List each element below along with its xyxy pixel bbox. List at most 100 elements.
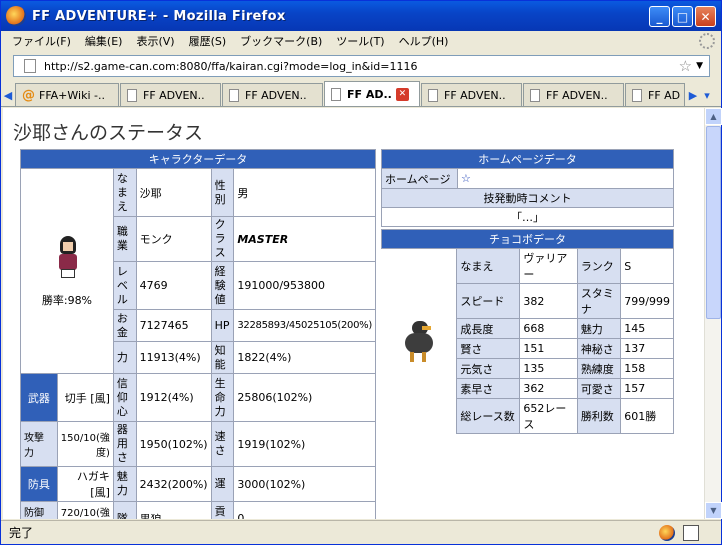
label-exp: 経験値 [210,261,235,310]
label-hp: HP [210,309,235,342]
label-charm: 魅力 [112,466,137,502]
tab-6[interactable]: FF ADVEN.. [523,83,624,106]
menu-bookmarks[interactable]: ブックマーク(B) [233,33,329,49]
menu-file[interactable]: ファイル(F) [5,33,78,49]
minimize-button[interactable]: _ [649,6,670,27]
scroll-thumb[interactable] [706,126,721,319]
choco-value-wisdom: 151 [519,338,578,359]
label-faith: 信仰心 [112,373,137,422]
value-job: モンク [135,216,212,262]
choco-value-rank: S [620,248,674,284]
choco-label-races: 総レース数 [456,398,521,434]
status-text: 完了 [9,526,34,540]
vertical-scrollbar[interactable]: ▲ ▼ [704,108,722,519]
menu-view[interactable]: 表示(V) [129,33,181,49]
value-hp: 32285893/45025105(200%) [233,309,376,342]
title-bar: FF ADVENTURE+ - Mozilla Firefox _ □ ✕ [1,1,721,31]
homepage-star-icon[interactable]: ☆ [457,168,674,189]
tab-scroll-right-icon[interactable]: ▶ [686,84,700,106]
status-bar: 完了 [1,520,721,544]
choco-label-skill: 熟練度 [576,358,622,379]
tab-7[interactable]: FF AD [625,83,685,106]
value-level: 4769 [135,261,212,310]
label-speed: 速さ [210,421,235,467]
choco-label-stamina: スタミナ [576,283,622,319]
page-icon [632,88,642,102]
choco-value-energy: 135 [519,358,578,379]
label-vitality: 生命力 [210,373,235,422]
choco-value-skill: 158 [620,358,674,379]
value-exp: 191000/953800 [233,261,376,310]
value-contribution: 0 [233,501,376,519]
value-class: MASTER [233,216,376,262]
url-dropdown-icon[interactable]: ▼ [696,61,703,71]
value-charm: 2432(200%) [135,466,212,502]
chocobo-table: チョコボデータ なまえ ヴァリアー ランク S スピード 382 スタミナ 79… [381,229,674,434]
tab-2[interactable]: FF ADVEN.. [120,83,221,106]
choco-value-cuteness: 157 [620,378,674,399]
value-luck: 3000(102%) [233,466,376,502]
value-gender: 男 [233,168,376,217]
choco-value-speed: 382 [519,283,578,319]
label-money: お金 [112,309,137,342]
page-content: 沙耶さんのステータス キャラクターデータ 勝率:98% なまえ 沙耶 性別 男 … [3,108,704,519]
browser-window: FF ADVENTURE+ - Mozilla Firefox _ □ ✕ ファ… [0,0,722,545]
label-gender: 性別 [210,168,235,217]
label-str: 力 [112,341,137,374]
menu-history[interactable]: 履歴(S) [182,33,234,49]
value-weapon: 切手 [風] [56,373,114,422]
window-title: FF ADVENTURE+ - Mozilla Firefox [32,8,286,24]
character-sprite-icon [52,234,82,280]
choco-value-charm: 145 [620,318,674,339]
label-name: なまえ [112,168,137,217]
value-armor: ハガキ[風] [56,466,114,502]
value-str: 11913(4%) [135,341,212,374]
url-text[interactable]: http://s2.game-can.com:8080/ffa/kairan.c… [44,60,679,73]
choco-value-races: 652レース [519,398,578,434]
win-rate: 勝率:98% [41,294,93,307]
value-int: 1822(4%) [233,341,376,374]
edit-icon[interactable] [683,525,699,541]
choco-label-charm: 魅力 [576,318,622,339]
menu-edit[interactable]: 編集(E) [78,33,130,49]
character-portrait-cell: 勝率:98% [20,168,114,374]
choco-label-speed: スピード [456,283,521,319]
label-luck: 運 [210,466,235,502]
bookmark-star-icon[interactable]: ☆ [679,57,692,75]
tab-5[interactable]: FF ADVEN.. [421,83,522,106]
value-defense: 720/10(強度) [56,501,114,519]
tab-list-icon[interactable]: ▾ [700,84,714,106]
throbber-icon [699,33,715,49]
choco-value-wins: 601勝 [620,398,674,434]
choco-value-agility: 362 [519,378,578,399]
tab-scroll-left-icon[interactable]: ◀ [1,84,15,106]
character-table: キャラクターデータ 勝率:98% なまえ 沙耶 性別 男 職業 モンク クラス … [20,149,376,519]
scroll-up-icon[interactable]: ▲ [705,108,722,125]
tab-close-icon[interactable]: ✕ [395,87,409,101]
value-vitality: 25806(102%) [233,373,376,422]
label-dex: 器用さ [112,421,137,467]
page-icon [127,88,137,102]
addon-firefox-icon[interactable] [659,525,675,541]
url-bar[interactable]: http://s2.game-can.com:8080/ffa/kairan.c… [13,55,710,77]
choco-value-stamina: 799/999 [620,283,674,319]
choco-label-agility: 素早さ [456,378,521,399]
choco-label-growth: 成長度 [456,318,521,339]
menu-tools[interactable]: ツール(T) [329,33,391,49]
label-weapon: 武器 [20,373,58,422]
page-title: 沙耶さんのステータス [13,122,204,144]
tab-4-active[interactable]: FF AD.. ✕ [324,81,420,106]
chocobo-sprite-cell [382,249,457,434]
label-party: 隊 [112,501,137,519]
firefox-logo-icon [6,6,26,26]
tab-1[interactable]: @ FFA+Wiki -.. [15,83,119,106]
menu-help[interactable]: ヘルプ(H) [392,33,456,49]
value-faith: 1912(4%) [135,373,212,422]
scroll-down-icon[interactable]: ▼ [705,502,722,519]
maximize-button[interactable]: □ [672,6,693,27]
tab-3[interactable]: FF ADVEN.. [222,83,323,106]
close-button[interactable]: ✕ [695,6,716,27]
homepage-table: ホームページデータ ホームページ ☆ 技発動時コメント 「…」 [381,149,674,227]
label-job: 職業 [112,216,137,262]
navigation-bar: http://s2.game-can.com:8080/ffa/kairan.c… [1,53,721,79]
